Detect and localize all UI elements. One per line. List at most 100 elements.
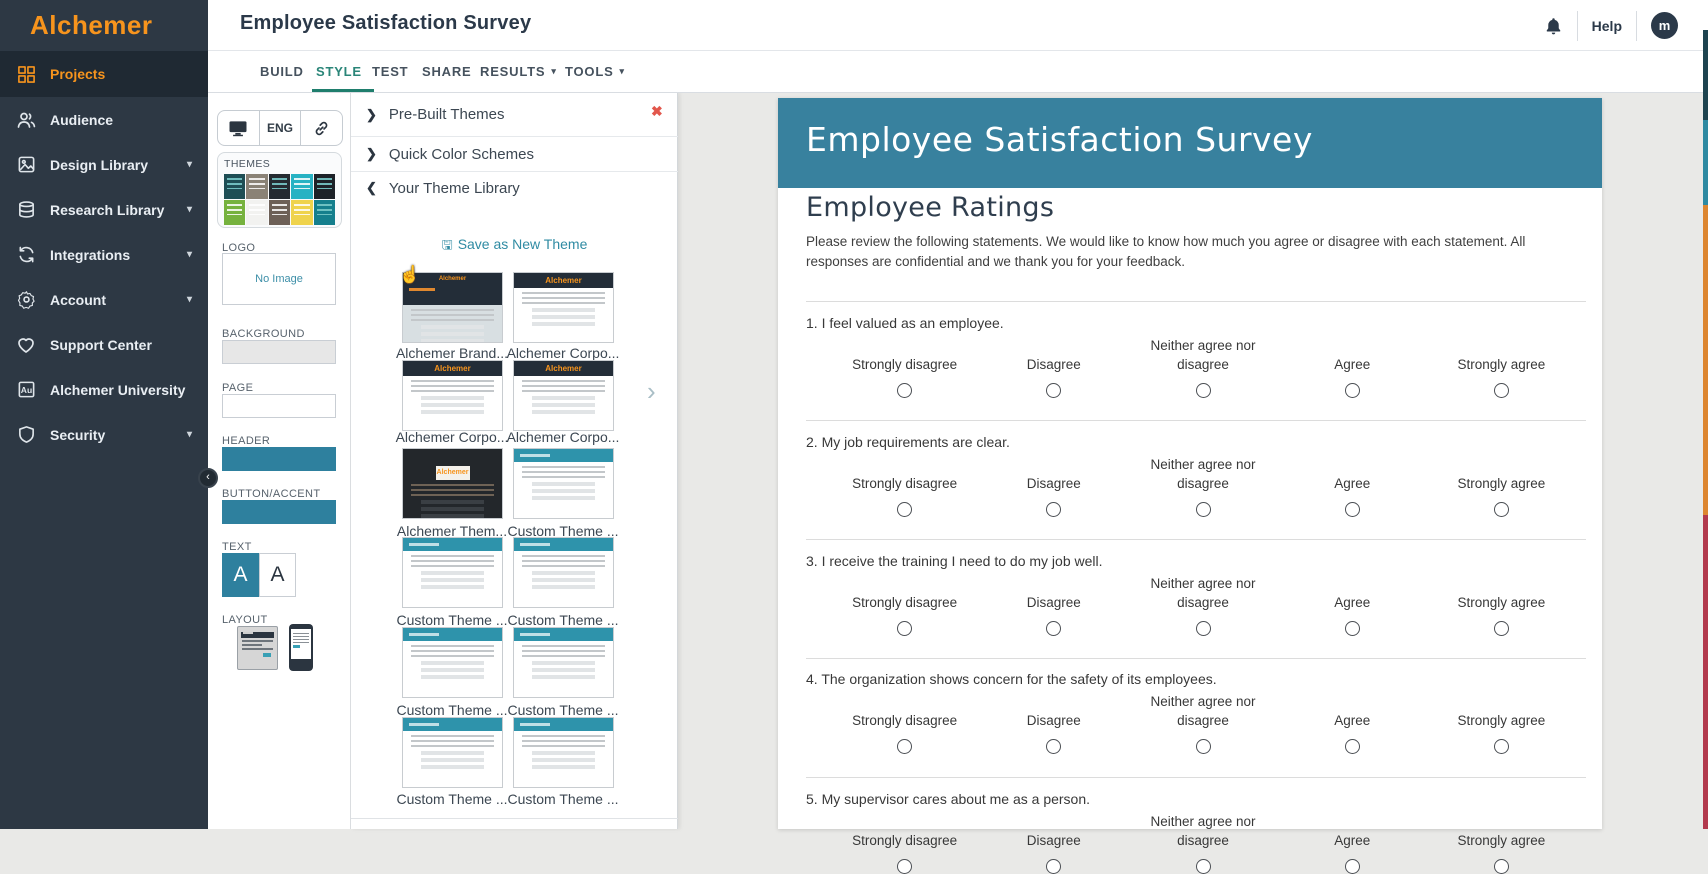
sidebar-item-label: Research Library	[50, 201, 165, 218]
notifications-bell-icon[interactable]	[1544, 16, 1563, 36]
radio-button[interactable]	[1344, 621, 1360, 636]
radio-button[interactable]	[1493, 621, 1509, 636]
layout-label: LAYOUT	[222, 614, 268, 626]
radio-button[interactable]	[1195, 502, 1211, 517]
alchemer-logo[interactable]: Alchemer	[0, 0, 208, 51]
theme-thumbnail[interactable]	[402, 627, 503, 698]
themes-picker[interactable]: THEMES	[217, 152, 342, 228]
page-label: PAGE	[222, 382, 254, 394]
chevron-down-icon: ▾	[186, 204, 192, 215]
theme-thumbnail[interactable]	[513, 717, 614, 788]
chevron-down-icon: ▾	[186, 294, 192, 305]
theme-library-panel: ✖ ❯ Pre-Built Themes ❯ Quick Color Schem…	[351, 93, 678, 829]
radio-button[interactable]	[1046, 859, 1062, 874]
section-your-theme-library[interactable]: ❮ Your Theme Library	[351, 172, 678, 204]
save-as-new-theme-link[interactable]: 🖫 Save as New Theme	[351, 236, 678, 258]
sidebar-collapse-button[interactable]: ‹	[198, 468, 218, 488]
grid-icon	[15, 63, 37, 85]
theme-thumbnail[interactable]: Alchemer	[513, 272, 614, 343]
header-color-swatch[interactable]	[222, 447, 336, 471]
radio-button[interactable]	[1493, 502, 1509, 517]
tab-tools[interactable]: TOOLS ▾	[565, 51, 625, 92]
sidebar-item-label: Projects	[50, 66, 106, 82]
next-page-chevron-icon[interactable]: ›	[647, 376, 656, 407]
desktop-layout-icon[interactable]	[237, 626, 278, 670]
section-quick-color-schemes[interactable]: ❯ Quick Color Schemes	[351, 137, 678, 172]
background-color-swatch[interactable]	[222, 340, 336, 364]
radio-button[interactable]	[1046, 739, 1062, 754]
sync-icon	[15, 244, 37, 266]
mobile-layout-icon[interactable]	[289, 624, 313, 671]
desktop-preview-button[interactable]	[218, 111, 260, 145]
radio-button[interactable]	[897, 859, 913, 874]
tab-build[interactable]: BUILD	[260, 51, 304, 92]
theme-thumbnail[interactable]: Alchemer	[513, 360, 614, 431]
language-toggle[interactable]: ENG	[260, 111, 302, 145]
theme-thumbnail[interactable]: Alchemer	[402, 360, 503, 431]
survey-title: Employee Satisfaction Survey	[806, 120, 1313, 159]
sidebar-item-design-library[interactable]: Design Library ▾	[0, 142, 208, 187]
help-link[interactable]: Help	[1592, 18, 1622, 34]
radio-button[interactable]	[1046, 383, 1062, 398]
link-icon[interactable]	[301, 111, 342, 145]
sidebar-item-audience[interactable]: Audience	[0, 97, 208, 142]
radio-button[interactable]	[1493, 859, 1509, 874]
radio-button[interactable]	[897, 383, 913, 398]
section-prebuilt-themes[interactable]: ❯ Pre-Built Themes	[351, 93, 678, 137]
sidebar-item-security[interactable]: Security ▾	[0, 412, 208, 457]
divider	[1636, 10, 1637, 41]
sidebar-item-account[interactable]: Account ▾	[0, 277, 208, 322]
question-3: 3. I receive the training I need to do m…	[806, 553, 1586, 636]
tab-test[interactable]: TEST	[372, 51, 408, 92]
chevron-right-icon: ❯	[366, 146, 377, 161]
radio-button[interactable]	[897, 739, 913, 754]
radio-button[interactable]	[1344, 739, 1360, 754]
question-text: 3. I receive the training I need to do m…	[806, 553, 1103, 569]
sidebar-item-integrations[interactable]: Integrations ▾	[0, 232, 208, 277]
sidebar-item-alchemer-university[interactable]: Au Alchemer University	[0, 367, 208, 412]
divider	[806, 658, 1586, 659]
tab-share[interactable]: SHARE	[422, 51, 472, 92]
radio-button[interactable]	[1195, 739, 1211, 754]
radio-button[interactable]	[1195, 859, 1211, 874]
theme-name: Custom Theme ...	[507, 612, 619, 628]
divider	[351, 818, 678, 819]
sidebar-item-research-library[interactable]: Research Library ▾	[0, 187, 208, 232]
radio-button[interactable]	[897, 502, 913, 517]
tab-results[interactable]: RESULTS ▾	[480, 51, 557, 92]
radio-button[interactable]	[897, 621, 913, 636]
avatar[interactable]: m	[1651, 12, 1678, 39]
radio-button[interactable]	[1344, 383, 1360, 398]
question-5: 5. My supervisor cares about me as a per…	[806, 791, 1586, 874]
tab-style[interactable]: STYLE	[312, 51, 374, 92]
text-dark-color-option[interactable]: A	[259, 553, 296, 597]
radio-button[interactable]	[1344, 502, 1360, 517]
radio-button[interactable]	[1493, 383, 1509, 398]
scale-label: Strongly agree	[1457, 476, 1546, 491]
theme-thumbnail[interactable]	[513, 627, 614, 698]
radio-button[interactable]	[1046, 621, 1062, 636]
theme-thumbnail[interactable]	[402, 717, 503, 788]
theme-name: Custom Theme ...	[507, 702, 619, 718]
survey-tab-bar: BUILD STYLE TEST SHARE RESULTS ▾ TOOLS ▾	[208, 51, 1708, 93]
button-accent-label: BUTTON/ACCENT	[222, 488, 321, 500]
page-color-swatch[interactable]	[222, 394, 336, 418]
theme-thumbnail[interactable]	[513, 537, 614, 608]
text-theme-color-option[interactable]: A	[222, 553, 259, 597]
svg-text:Au: Au	[20, 385, 31, 395]
logo-upload-box[interactable]: No Image	[222, 253, 336, 305]
radio-button[interactable]	[1195, 621, 1211, 636]
sidebar-item-support-center[interactable]: Support Center	[0, 322, 208, 367]
radio-button[interactable]	[1195, 383, 1211, 398]
radio-button[interactable]	[1046, 502, 1062, 517]
sidebar-item-projects[interactable]: Projects	[0, 51, 208, 97]
radio-button[interactable]	[1344, 859, 1360, 874]
theme-thumbnail[interactable]	[513, 448, 614, 519]
theme-thumbnail[interactable]	[402, 537, 503, 608]
close-icon[interactable]: ✖	[651, 103, 663, 120]
theme-thumbnail[interactable]: Alchemer	[402, 448, 503, 519]
question-text: 2. My job requirements are clear.	[806, 434, 1010, 450]
sidebar-item-label: Design Library	[50, 156, 149, 173]
radio-button[interactable]	[1493, 739, 1509, 754]
button-accent-color-swatch[interactable]	[222, 500, 336, 524]
